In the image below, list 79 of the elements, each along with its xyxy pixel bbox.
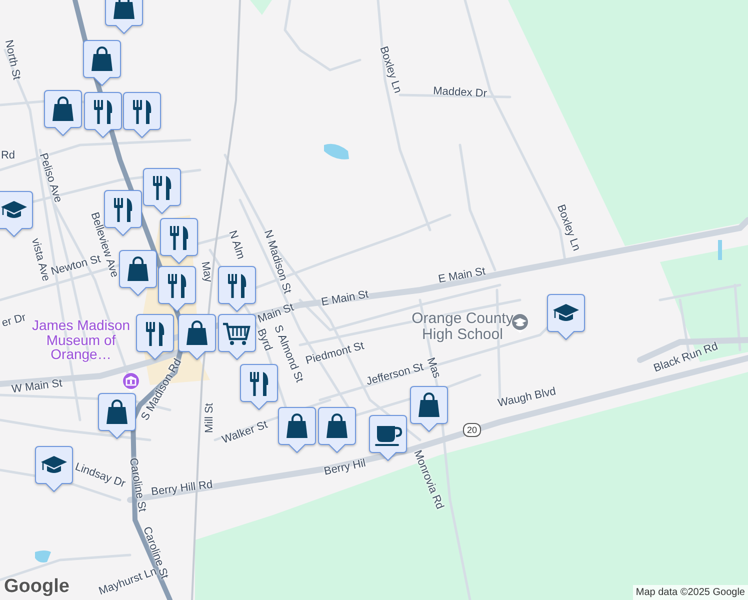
shopping-bag-icon [92,46,112,71]
street-label: Newton St [50,254,102,278]
street-label: Boxley Ln [554,203,582,253]
street-label: Peliso Ave [36,152,64,204]
coffee-cup-icon [375,426,402,446]
stream [718,240,722,260]
pond [324,144,349,160]
fork-knife-icon [133,100,152,124]
shopping-bag-icon [326,414,348,438]
street-label: Mas [424,356,442,380]
shopping-bag-icon [286,414,308,438]
map-marker[interactable] [218,314,256,360]
street-label: Byrd [254,327,274,353]
street-label: North St [2,39,22,81]
map-marker[interactable] [123,92,161,138]
place-label[interactable]: Orange County High School [410,311,515,342]
shopping-bag-icon [106,400,128,424]
shopping-bag-icon [52,96,74,121]
map-marker[interactable] [240,364,278,410]
street-label: Piedmont St [304,340,366,368]
shopping-cart-icon [223,322,250,345]
graduation-cap-icon [41,456,67,473]
fork-knife-icon [250,372,268,396]
street-label: Waugh Blvd [497,386,557,410]
street-label: N Madison St [262,228,292,296]
street-label: er Dr [0,312,28,330]
street-label: Jefferson St [365,362,425,388]
street-label: Black Run Rd [652,341,720,375]
graduation-cap-icon [1,201,27,218]
street-label: Maddex Dr [432,86,488,100]
street-label: May [198,260,214,284]
map-logo[interactable]: Google [4,576,70,598]
street-label: E Main St [320,289,370,309]
map-marker[interactable] [410,386,448,432]
street-label: E Main St [438,266,486,286]
map-marker[interactable] [84,92,122,138]
map-marker[interactable] [44,90,82,136]
map-marker[interactable] [0,191,33,237]
museum-pin-icon[interactable] [121,371,141,393]
map-marker[interactable] [218,266,256,312]
pond [35,550,51,562]
map-marker[interactable] [143,168,181,214]
fork-knife-icon [94,100,112,124]
map-marker[interactable] [278,407,316,453]
map-marker[interactable] [119,250,157,296]
fork-knife-icon [114,198,132,222]
map-marker[interactable] [547,294,585,340]
shopping-bag-icon [186,320,208,345]
street-label: vista Ave [29,237,51,283]
fork-knife-icon [228,274,246,298]
map-marker[interactable] [105,0,143,34]
map-marker[interactable] [178,314,216,360]
street-label: Boxley Ln [377,45,403,95]
fork-knife-icon [170,226,188,250]
fork-knife-icon [146,322,164,346]
fork-knife-icon [153,176,172,200]
street-label: Main St [256,302,296,326]
shopping-bag-icon [418,392,440,417]
place-label[interactable]: James Madison Museum of Orange… [26,318,136,362]
street-label: Mill St [204,403,216,433]
street-label: W Main St [11,378,63,396]
street-label: Caroline St [126,457,148,513]
map-marker[interactable] [35,446,73,492]
map-marker[interactable] [98,393,136,439]
map-marker[interactable] [369,415,407,461]
street-label: Berry Hill Rd [150,480,214,498]
map-marker[interactable] [83,40,121,86]
map-marker[interactable] [136,314,174,360]
graduation-cap-icon [553,304,579,321]
route-shield: 20 [463,423,482,437]
park-area [250,0,272,15]
map-attribution: Map data ©2025 Google [632,585,748,600]
street-label: Berry Hil [323,458,367,478]
shopping-bag-icon [128,256,148,281]
street-label: Walker St [220,420,270,446]
map-marker[interactable] [318,407,356,453]
street-label: Rd [0,150,16,162]
fork-knife-icon [168,274,186,298]
street-label: N Alm [226,229,246,261]
